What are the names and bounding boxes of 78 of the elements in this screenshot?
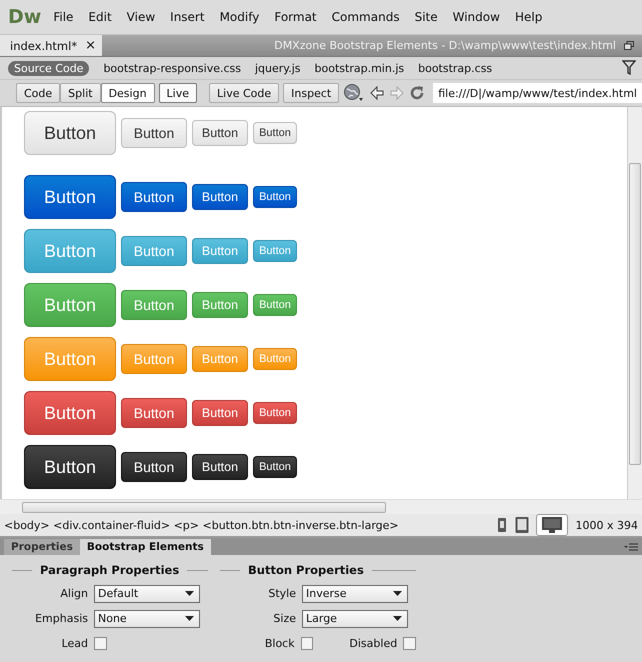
menu-item[interactable]: File — [53, 10, 74, 24]
sample-button[interactable]: Button — [121, 452, 187, 482]
menu-item[interactable]: Insert — [170, 10, 205, 24]
checkbox[interactable] — [300, 637, 314, 650]
close-icon[interactable]: × — [85, 38, 96, 53]
field-label: Emphasis — [34, 612, 88, 625]
tag-selector[interactable]: <body> <div.container-fluid> <p> <button.btn.btn-inverse.btn-large> — [4, 518, 399, 532]
caret-icon — [393, 591, 402, 596]
field-label: Block — [264, 637, 295, 650]
checkbox[interactable] — [403, 637, 416, 650]
sample-button[interactable]: Button — [121, 118, 187, 148]
menu-item[interactable]: Modify — [220, 10, 260, 24]
toolbar-button[interactable]: Live — [158, 83, 198, 103]
forward-arrow-icon — [389, 85, 406, 101]
phone-icon[interactable] — [496, 517, 508, 533]
sample-button[interactable]: Button — [121, 398, 187, 428]
view-button[interactable]: Code — [16, 83, 60, 103]
sample-button[interactable]: Button — [24, 391, 116, 435]
field-label: Style — [267, 587, 296, 600]
panel-tab[interactable]: Properties — [4, 539, 80, 555]
field-label: Disabled — [349, 637, 398, 650]
group-title: Button Properties — [248, 563, 364, 577]
sample-button[interactable]: Button — [24, 111, 116, 155]
related-file-tab[interactable]: bootstrap-responsive.css — [103, 62, 241, 74]
tablet-icon[interactable] — [514, 516, 530, 534]
dropdown[interactable]: Inverse — [302, 584, 408, 602]
field-label: Lead — [60, 637, 88, 650]
related-file-tab[interactable]: jquery.js — [255, 62, 301, 74]
monitor-icon[interactable] — [536, 514, 568, 536]
sample-button[interactable]: Button — [192, 184, 248, 210]
menu-item[interactable]: Site — [414, 10, 438, 24]
caret-icon — [393, 616, 402, 621]
field-label: Align — [59, 587, 88, 600]
toolbar-button[interactable]: Live Code — [209, 83, 280, 103]
dropdown[interactable]: Default — [94, 584, 200, 602]
restore-icon[interactable] — [624, 41, 634, 50]
vertical-scrollbar[interactable] — [627, 107, 642, 499]
sample-button[interactable]: Button — [24, 445, 116, 489]
menu-item[interactable]: View — [126, 10, 156, 24]
field-label: Size — [272, 612, 296, 625]
sample-button[interactable]: Button — [253, 122, 297, 144]
menu-item[interactable]: Format — [274, 10, 317, 24]
view-button[interactable]: Split — [60, 83, 101, 103]
menu-item[interactable]: Edit — [88, 10, 112, 24]
view-button[interactable]: Design — [100, 83, 155, 103]
checkbox[interactable] — [94, 637, 107, 650]
dropdown[interactable]: None — [94, 610, 200, 628]
group-title: Paragraph Properties — [40, 563, 180, 577]
sample-button[interactable]: Button — [192, 400, 248, 426]
related-file-tab[interactable]: bootstrap.css — [418, 62, 492, 74]
panel-tab[interactable]: Bootstrap Elements — [80, 539, 211, 555]
refresh-icon[interactable] — [409, 85, 426, 101]
sample-button[interactable]: Button — [192, 454, 248, 480]
menu-item[interactable]: Window — [452, 10, 500, 24]
panel-menu-icon[interactable] — [624, 542, 638, 550]
related-file-tab[interactable]: bootstrap.min.js — [314, 62, 404, 74]
window-size[interactable]: 1000 x 394 — [576, 518, 638, 532]
back-arrow-icon[interactable] — [369, 85, 386, 101]
globe-icon[interactable] — [343, 83, 366, 103]
app-logo: Dw — [8, 6, 42, 28]
menu-item[interactable]: Help — [514, 10, 542, 24]
menu-item[interactable]: Commands — [332, 10, 400, 24]
window-title: DMXzone Bootstrap Elements - D:\wamp\www\test\index.html — [274, 39, 616, 52]
caret-icon — [185, 616, 194, 621]
sample-button[interactable]: Button — [253, 186, 297, 208]
sample-button[interactable]: Button — [192, 120, 248, 146]
related-file-tab[interactable]: Source Code — [8, 60, 90, 76]
sample-button[interactable]: Button — [24, 175, 116, 219]
document-tab[interactable]: index.html* × — [0, 35, 102, 56]
sample-button[interactable]: Button — [121, 182, 187, 212]
horizontal-scrollbar[interactable] — [0, 499, 642, 514]
filter-icon[interactable] — [622, 60, 636, 76]
caret-icon — [185, 591, 194, 596]
sample-button[interactable]: Button — [253, 456, 297, 478]
sample-button[interactable]: Button — [253, 402, 297, 424]
toolbar-button[interactable]: Inspect — [283, 83, 340, 103]
dropdown[interactable]: Large — [302, 610, 408, 628]
address-field[interactable]: file:///D|/wamp/www/test/index.html — [433, 83, 642, 103]
